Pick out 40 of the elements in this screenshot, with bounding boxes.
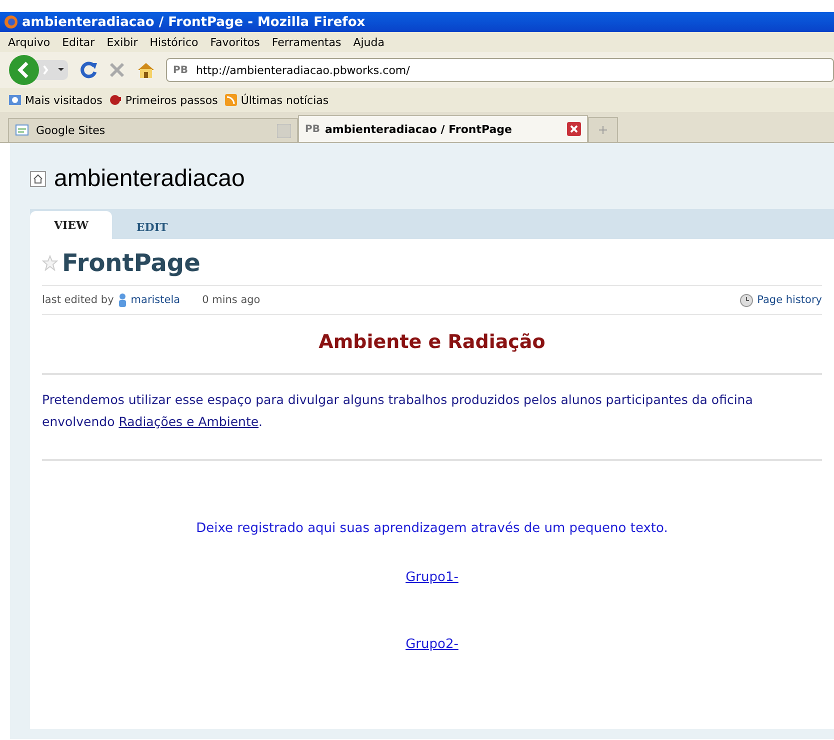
sites-icon: [15, 124, 31, 138]
bookmark-item[interactable]: Mais visitados: [8, 92, 102, 108]
reload-icon[interactable]: [80, 61, 98, 79]
home-icon[interactable]: [136, 61, 156, 79]
edited-by-label: last edited by: [42, 294, 114, 306]
menu-item[interactable]: Ajuda: [353, 36, 384, 48]
browser-tab[interactable]: Google Sites: [8, 118, 298, 142]
content-heading: Ambiente e Radiação: [318, 331, 546, 353]
menu-item[interactable]: Arquivo: [8, 36, 50, 48]
clock-icon: [740, 294, 754, 306]
menu-item[interactable]: Histórico: [150, 36, 198, 48]
menu-item[interactable]: Favoritos: [210, 36, 260, 48]
home-icon[interactable]: [30, 171, 46, 187]
back-button[interactable]: [8, 54, 70, 86]
edit-time: 0 mins ago: [202, 294, 260, 306]
plus-icon: [598, 125, 608, 135]
feed-icon: [224, 92, 238, 108]
address-field[interactable]: PB http://ambienteradiacao.pbworks.com/: [166, 58, 834, 82]
instruction-text: Deixe registrado aqui suas aprendizagem através de um pequeno texto.: [195, 521, 669, 536]
bookmark-item[interactable]: Primeiros passos: [108, 92, 218, 108]
page-history-link[interactable]: Page history: [740, 294, 822, 306]
menu-item[interactable]: Exibir: [106, 36, 138, 48]
stop-icon[interactable]: [108, 61, 126, 79]
close-icon[interactable]: [567, 122, 581, 136]
site-title: ambienteradiacao: [54, 165, 245, 193]
intro-paragraph: Pretendemos utilizar esse espaço para divulgar alguns trabalhos produzidos pelos alunos participantes da oficina envolvendo Radiações e Ambiente.: [42, 391, 754, 431]
group-link[interactable]: Grupo1-: [406, 570, 458, 585]
menu-item[interactable]: Editar: [62, 36, 95, 48]
user-icon: [118, 293, 127, 307]
group-link[interactable]: Grupo2-: [406, 637, 458, 652]
page-tab[interactable]: EDIT: [112, 215, 192, 239]
star-icon[interactable]: [42, 255, 58, 271]
window-title: ambienteradiacao / FrontPage - Mozilla Firefox: [22, 14, 366, 30]
radiation-link[interactable]: Radiações e Ambiente: [118, 414, 259, 429]
bookmark-item[interactable]: Últimas notícias: [224, 92, 329, 108]
browser-tab[interactable]: PB ambienteradiacao / FrontPage: [298, 115, 588, 142]
menu-item[interactable]: Ferramentas: [272, 36, 342, 48]
author-link[interactable]: maristela: [130, 294, 180, 306]
page-title: FrontPage: [62, 249, 200, 277]
page-tab[interactable]: VIEW: [30, 211, 112, 239]
